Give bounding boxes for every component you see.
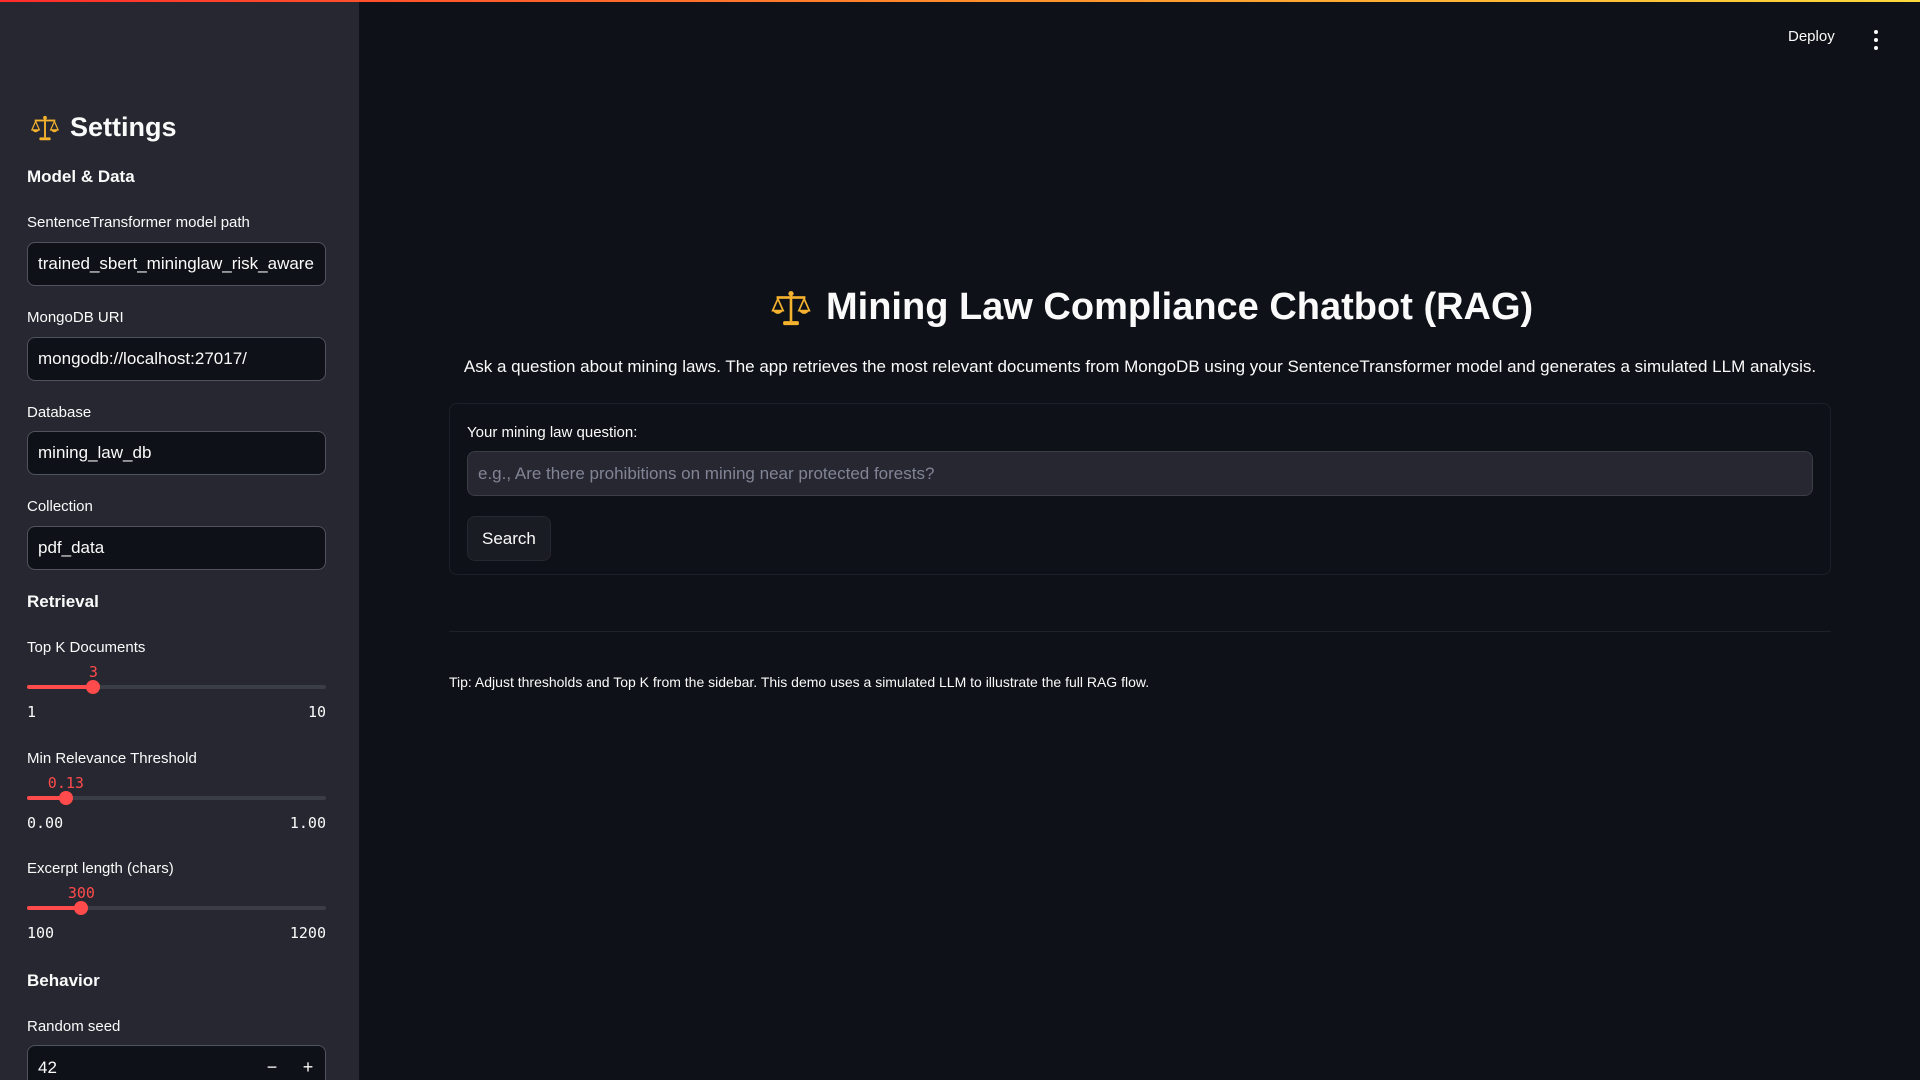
min-relevance-label: Min Relevance Threshold (27, 750, 197, 767)
min-relevance-slider[interactable]: 0.13 0.00 1.00 (27, 774, 326, 834)
slider-track (27, 901, 326, 915)
slider-fill (27, 685, 94, 689)
mongodb-uri-input[interactable]: mongodb://localhost:27017/ (27, 337, 326, 381)
top-decoration-bar (0, 0, 1920, 2)
min-relevance-value: 0.13 (47, 774, 84, 792)
sidebar-title: Settings (30, 112, 177, 143)
increment-button[interactable]: + (291, 1046, 325, 1080)
excerpt-length-slider[interactable]: 300 100 1200 (27, 884, 326, 944)
tip-text: Tip: Adjust thresholds and Top K from th… (449, 674, 1150, 690)
excerpt-length-label: Excerpt length (chars) (27, 860, 174, 877)
top-k-slider[interactable]: 3 1 10 (27, 663, 326, 723)
decrement-button[interactable]: − (255, 1046, 289, 1080)
slider-thumb[interactable] (86, 680, 101, 694)
min-relevance-max: 1.00 (289, 814, 326, 832)
deploy-button[interactable]: Deploy (1788, 28, 1835, 45)
top-k-label: Top K Documents (27, 639, 146, 656)
slider-track (27, 680, 326, 694)
section-heading-model-data: Model & Data (27, 167, 135, 186)
slider-fill (27, 906, 82, 910)
top-k-max: 10 (307, 703, 326, 721)
excerpt-length-value: 300 (67, 884, 95, 902)
page-description: Ask a question about mining laws. The ap… (463, 357, 1817, 376)
kebab-menu-icon[interactable] (1870, 30, 1882, 50)
slider-track (27, 791, 326, 805)
balance-scale-icon (30, 115, 60, 140)
divider (449, 631, 1831, 632)
slider-thumb[interactable] (74, 901, 89, 915)
collection-label: Collection (27, 498, 93, 515)
balance-scale-icon (771, 290, 811, 325)
random-seed-input[interactable]: 42 − + (27, 1045, 326, 1080)
model-path-label: SentenceTransformer model path (27, 214, 250, 231)
question-input[interactable] (467, 451, 1813, 496)
random-seed-value[interactable]: 42 (38, 1046, 57, 1080)
section-heading-retrieval: Retrieval (27, 592, 99, 611)
database-label: Database (27, 404, 92, 421)
excerpt-length-max: 1200 (289, 924, 326, 942)
search-button[interactable]: Search (467, 516, 551, 561)
min-relevance-min: 0.00 (27, 814, 64, 832)
mongodb-uri-label: MongoDB URI (27, 309, 124, 326)
question-form: Your mining law question: Search (449, 403, 1831, 575)
random-seed-label: Random seed (27, 1018, 121, 1035)
excerpt-length-min: 100 (27, 924, 55, 942)
section-heading-behavior: Behavior (27, 971, 100, 990)
page-title: Mining Law Compliance Chatbot (RAG) (770, 286, 1533, 329)
sidebar: Settings Model & Data SentenceTransforme… (0, 0, 359, 1080)
sidebar-title-text: Settings (70, 112, 177, 142)
top-k-value: 3 (88, 663, 98, 681)
model-path-input[interactable]: trained_sbert_mininglaw_risk_aware (27, 242, 326, 286)
slider-thumb[interactable] (58, 791, 73, 805)
page-title-text: Mining Law Compliance Chatbot (RAG) (826, 286, 1534, 328)
question-label: Your mining law question: (467, 424, 638, 441)
top-k-min: 1 (27, 703, 37, 721)
collection-input[interactable]: pdf_data (27, 526, 326, 570)
database-input[interactable]: mining_law_db (27, 431, 326, 475)
